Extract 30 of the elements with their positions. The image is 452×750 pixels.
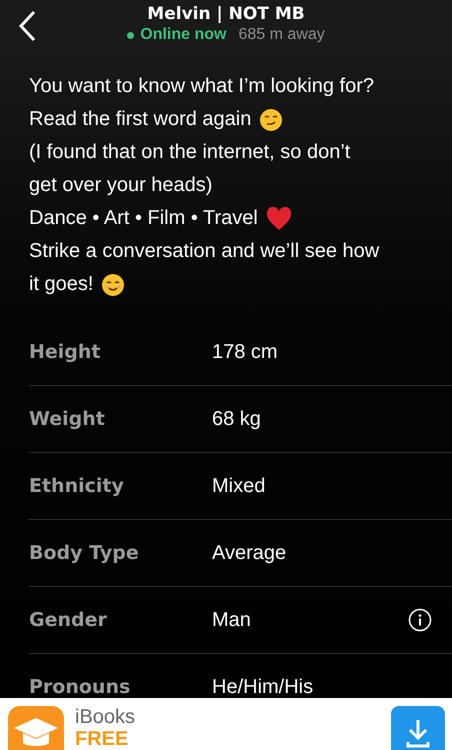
- bio-text: it goes!: [29, 272, 94, 297]
- detail-value: Mixed: [212, 474, 266, 498]
- detail-label: Weight: [29, 408, 106, 430]
- bio-text: (I found that on the internet, so don’t: [29, 140, 350, 165]
- app-name: iBooks: [75, 706, 136, 728]
- detail-label: Body Type: [29, 542, 140, 564]
- detail-label: Ethnicity: [29, 475, 125, 497]
- detail-value: Average: [212, 542, 288, 564]
- online-status: Online now: [127, 26, 226, 44]
- heart-emoji-icon: [266, 206, 292, 230]
- bio-text: Dance • Art • Film • Travel: [29, 206, 258, 231]
- detail-value: 68 kg: [212, 408, 262, 430]
- download-button[interactable]: [391, 706, 445, 750]
- download-icon: [405, 718, 431, 748]
- bio-text: Read the first word again: [29, 107, 252, 132]
- detail-label: Height: [29, 341, 102, 363]
- bio-text: You want to know what I’m looking for?: [29, 74, 374, 99]
- info-icon[interactable]: [408, 608, 432, 632]
- app-price: FREE: [75, 728, 130, 750]
- profile-name: Melvin | NOT MB: [147, 4, 305, 24]
- detail-label: Gender: [29, 609, 108, 631]
- detail-value: Man: [212, 608, 252, 632]
- detail-value: 178 cm: [212, 340, 279, 364]
- smirk-emoji-icon: [259, 108, 284, 132]
- bio-text: get over your heads): [29, 173, 212, 198]
- detail-label: Pronouns: [29, 676, 132, 698]
- bio-text: Strike a conversation and we’ll see how: [29, 239, 380, 264]
- distance-text: 685 m away: [238, 26, 325, 44]
- smiling-emoji-icon: [101, 272, 126, 296]
- detail-value: He/Him/His: [212, 676, 314, 698]
